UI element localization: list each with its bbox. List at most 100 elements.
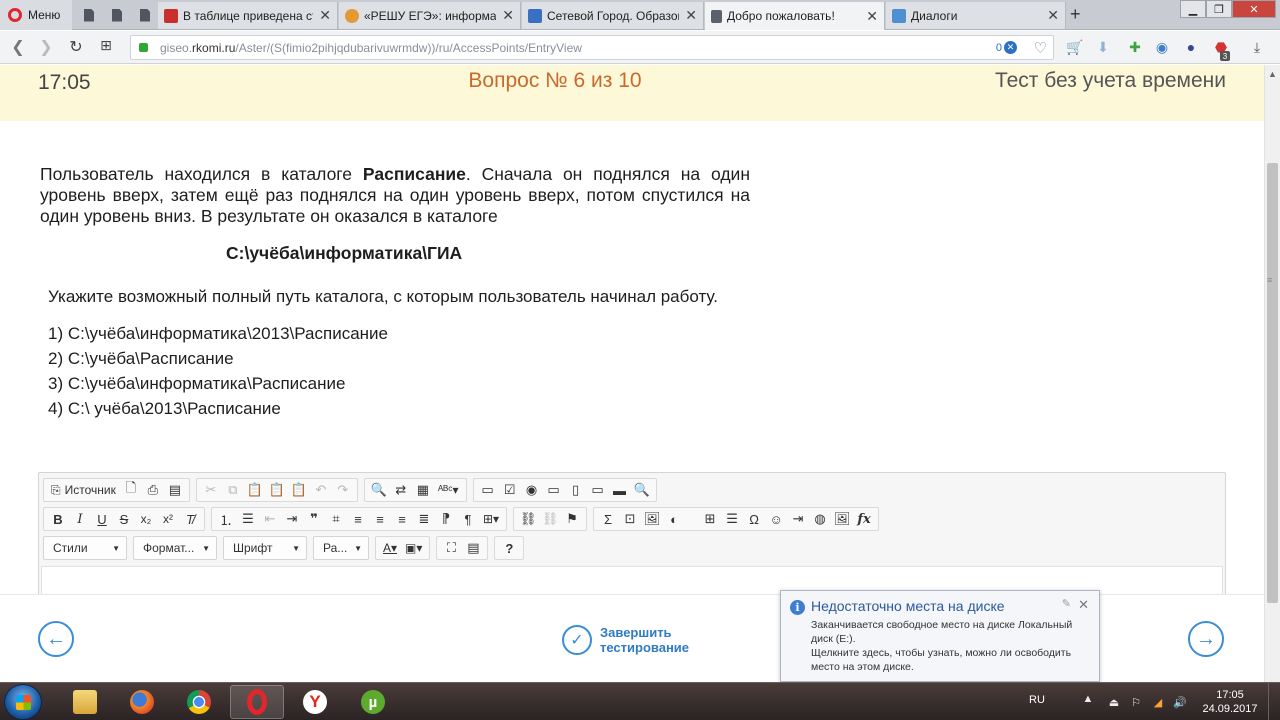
scroll-up-arrow-icon[interactable]: ▲ — [1268, 69, 1277, 79]
url-field[interactable]: giseo. rkomi.ru/Aster/(S(fimio2pihjqdubar… — [130, 35, 1054, 60]
maximize-icon[interactable]: ⛶ — [440, 537, 462, 559]
close-tab-icon[interactable]: ✕ — [502, 7, 514, 24]
print-icon[interactable]: ⎙ — [142, 479, 164, 501]
taskbar-explorer[interactable] — [58, 685, 112, 719]
blockquote-icon[interactable]: ❞ — [303, 508, 325, 530]
opera-menu-button[interactable]: Меню — [0, 0, 72, 30]
downloads-icon[interactable]: ⤓ — [1248, 38, 1266, 56]
tab-sdamgia-table[interactable]: В таблице приведена сто ✕ — [158, 2, 338, 29]
help-button[interactable]: ? — [498, 537, 520, 559]
cart-icon[interactable]: 🛒 — [1066, 38, 1084, 56]
taskbar-opera[interactable] — [230, 685, 284, 719]
speed-dial-icon[interactable]: ⊞ — [96, 37, 116, 54]
tray-network-icon[interactable]: ◢ — [1152, 696, 1164, 709]
styles-dropdown[interactable]: Стили ▼ — [43, 536, 127, 560]
tab-network-city[interactable]: Сетевой Город. Образова ✕ — [522, 2, 704, 29]
select-all-icon[interactable]: ▦ — [412, 479, 434, 501]
formula-fx-icon[interactable]: fx — [853, 508, 875, 530]
close-window-button[interactable]: ✕ — [1232, 0, 1276, 18]
align-justify-icon[interactable]: ≣ — [413, 508, 435, 530]
tray-clock[interactable]: 17:05 24.09.2017 — [1200, 688, 1260, 716]
numbered-list-icon[interactable]: ⒈ — [215, 508, 237, 530]
new-page-icon[interactable]: 🗋 — [120, 479, 142, 501]
copy-icon[interactable]: ⧉ — [222, 479, 244, 501]
align-right-icon[interactable]: ≡ — [391, 508, 413, 530]
format-dropdown[interactable]: Формат... ▼ — [133, 536, 217, 560]
close-notification-icon[interactable]: ✕ — [1078, 597, 1089, 613]
remove-format-icon[interactable]: T̸ — [179, 508, 201, 530]
page-scrollbar[interactable]: ▲ ≡ — [1264, 65, 1280, 682]
smiley-icon[interactable]: ☺ — [765, 508, 787, 530]
replace-icon[interactable]: ⇄ — [390, 479, 412, 501]
special-char-icon[interactable]: Ω — [743, 508, 765, 530]
input-language-indicator[interactable]: RU — [1029, 694, 1045, 706]
previous-question-button[interactable]: ← — [38, 621, 74, 657]
taskbar-chrome[interactable] — [172, 685, 226, 719]
source-button[interactable]: ⎘ Источник — [47, 479, 120, 501]
close-tab-icon[interactable]: ✕ — [319, 7, 331, 24]
div-icon[interactable]: ⌗ — [325, 508, 347, 530]
heart-icon[interactable]: ♡ — [1034, 39, 1047, 57]
italic-icon[interactable]: I — [69, 508, 91, 530]
size-dropdown[interactable]: Ра... ▼ — [313, 536, 369, 560]
superscript-icon[interactable]: x² — [157, 508, 179, 530]
start-button[interactable] — [4, 684, 42, 720]
paste-text-icon[interactable]: 📋 — [266, 479, 288, 501]
close-tab-icon[interactable]: ✕ — [1047, 7, 1059, 24]
download-arrow-icon[interactable]: ⬇ — [1094, 38, 1112, 56]
vpn-eye-icon[interactable]: ◉ — [1153, 38, 1171, 56]
checkbox-icon[interactable]: ☑ — [499, 479, 521, 501]
language-icon[interactable]: ⊞▾ — [479, 508, 503, 530]
camera-extension-icon[interactable]: ● — [1182, 38, 1200, 56]
flash-icon[interactable]: ◐ — [663, 508, 685, 530]
ltr-icon[interactable]: ⁋ — [435, 508, 457, 530]
low-disk-space-notification[interactable]: i ✎ ✕ Недостаточно места на диске Заканч… — [780, 590, 1100, 682]
pinned-tab-2[interactable] — [104, 3, 130, 27]
underline-icon[interactable]: U — [91, 508, 113, 530]
puzzle-extension-icon[interactable]: ✚ — [1126, 38, 1144, 56]
text-color-icon[interactable]: A▾ — [379, 537, 401, 559]
show-desktop-button[interactable] — [1268, 683, 1280, 720]
paste-icon[interactable]: 📋 — [244, 479, 266, 501]
page-break-icon[interactable]: ⇥ — [787, 508, 809, 530]
undo-icon[interactable]: ↶ — [310, 479, 332, 501]
new-tab-button[interactable]: + — [1070, 4, 1081, 25]
templates-icon[interactable]: ▤ — [164, 479, 186, 501]
reload-button[interactable]: ↻ — [66, 37, 86, 57]
redo-icon[interactable]: ↷ — [332, 479, 354, 501]
tray-expand-icon[interactable]: ▲ — [1082, 693, 1094, 705]
align-left-icon[interactable]: ≡ — [347, 508, 369, 530]
rtl-icon[interactable]: ¶ — [457, 508, 479, 530]
taskbar-firefox[interactable] — [115, 685, 169, 719]
textarea-icon[interactable]: ▯ — [565, 479, 587, 501]
maximize-window-button[interactable]: ❐ — [1206, 0, 1232, 18]
bg-color-icon[interactable]: ▣▾ — [401, 537, 426, 559]
next-question-button[interactable]: → — [1188, 621, 1224, 657]
tab-welcome[interactable]: Добро пожаловать! ✕ — [705, 2, 885, 30]
link-icon[interactable]: ⛓ — [517, 508, 539, 530]
form-icon[interactable]: ▭ — [477, 479, 499, 501]
tab-reshu-ege[interactable]: «РЕШУ ЕГЭ»: информатик ✕ — [339, 2, 521, 29]
sigma-icon[interactable]: Σ — [597, 508, 619, 530]
close-tab-icon[interactable]: ✕ — [685, 7, 697, 24]
pinned-tab-1[interactable] — [76, 3, 102, 27]
cut-icon[interactable]: ✂ — [200, 479, 222, 501]
close-tab-icon[interactable]: ✕ — [866, 8, 878, 25]
text-field-icon[interactable]: ▭ — [543, 479, 565, 501]
align-center-icon[interactable]: ≡ — [369, 508, 391, 530]
tray-volume-icon[interactable]: 🔊 — [1173, 696, 1187, 709]
unlink-icon[interactable]: ⛓ — [539, 508, 561, 530]
taskbar-yandex-browser[interactable]: Y — [288, 685, 342, 719]
code-snippet-icon[interactable]: ⊡ — [619, 508, 641, 530]
ad-block-badge[interactable]: 0 ✕ — [996, 41, 1017, 54]
back-button[interactable]: ❮ — [8, 37, 28, 57]
insert-image-icon[interactable]: 🖼 — [831, 508, 853, 530]
tray-action-center-icon[interactable]: ⚐ — [1130, 696, 1142, 709]
select-field-icon[interactable]: ▭ — [587, 479, 609, 501]
bulleted-list-icon[interactable]: ☰ — [237, 508, 259, 530]
tray-usb-icon[interactable]: ⏏ — [1108, 696, 1120, 709]
horizontal-rule-icon[interactable]: ☰ — [721, 508, 743, 530]
outdent-icon[interactable]: ⇤ — [259, 508, 281, 530]
scroll-thumb[interactable] — [1267, 163, 1278, 603]
image-button-icon[interactable]: 🔍 — [631, 479, 653, 501]
